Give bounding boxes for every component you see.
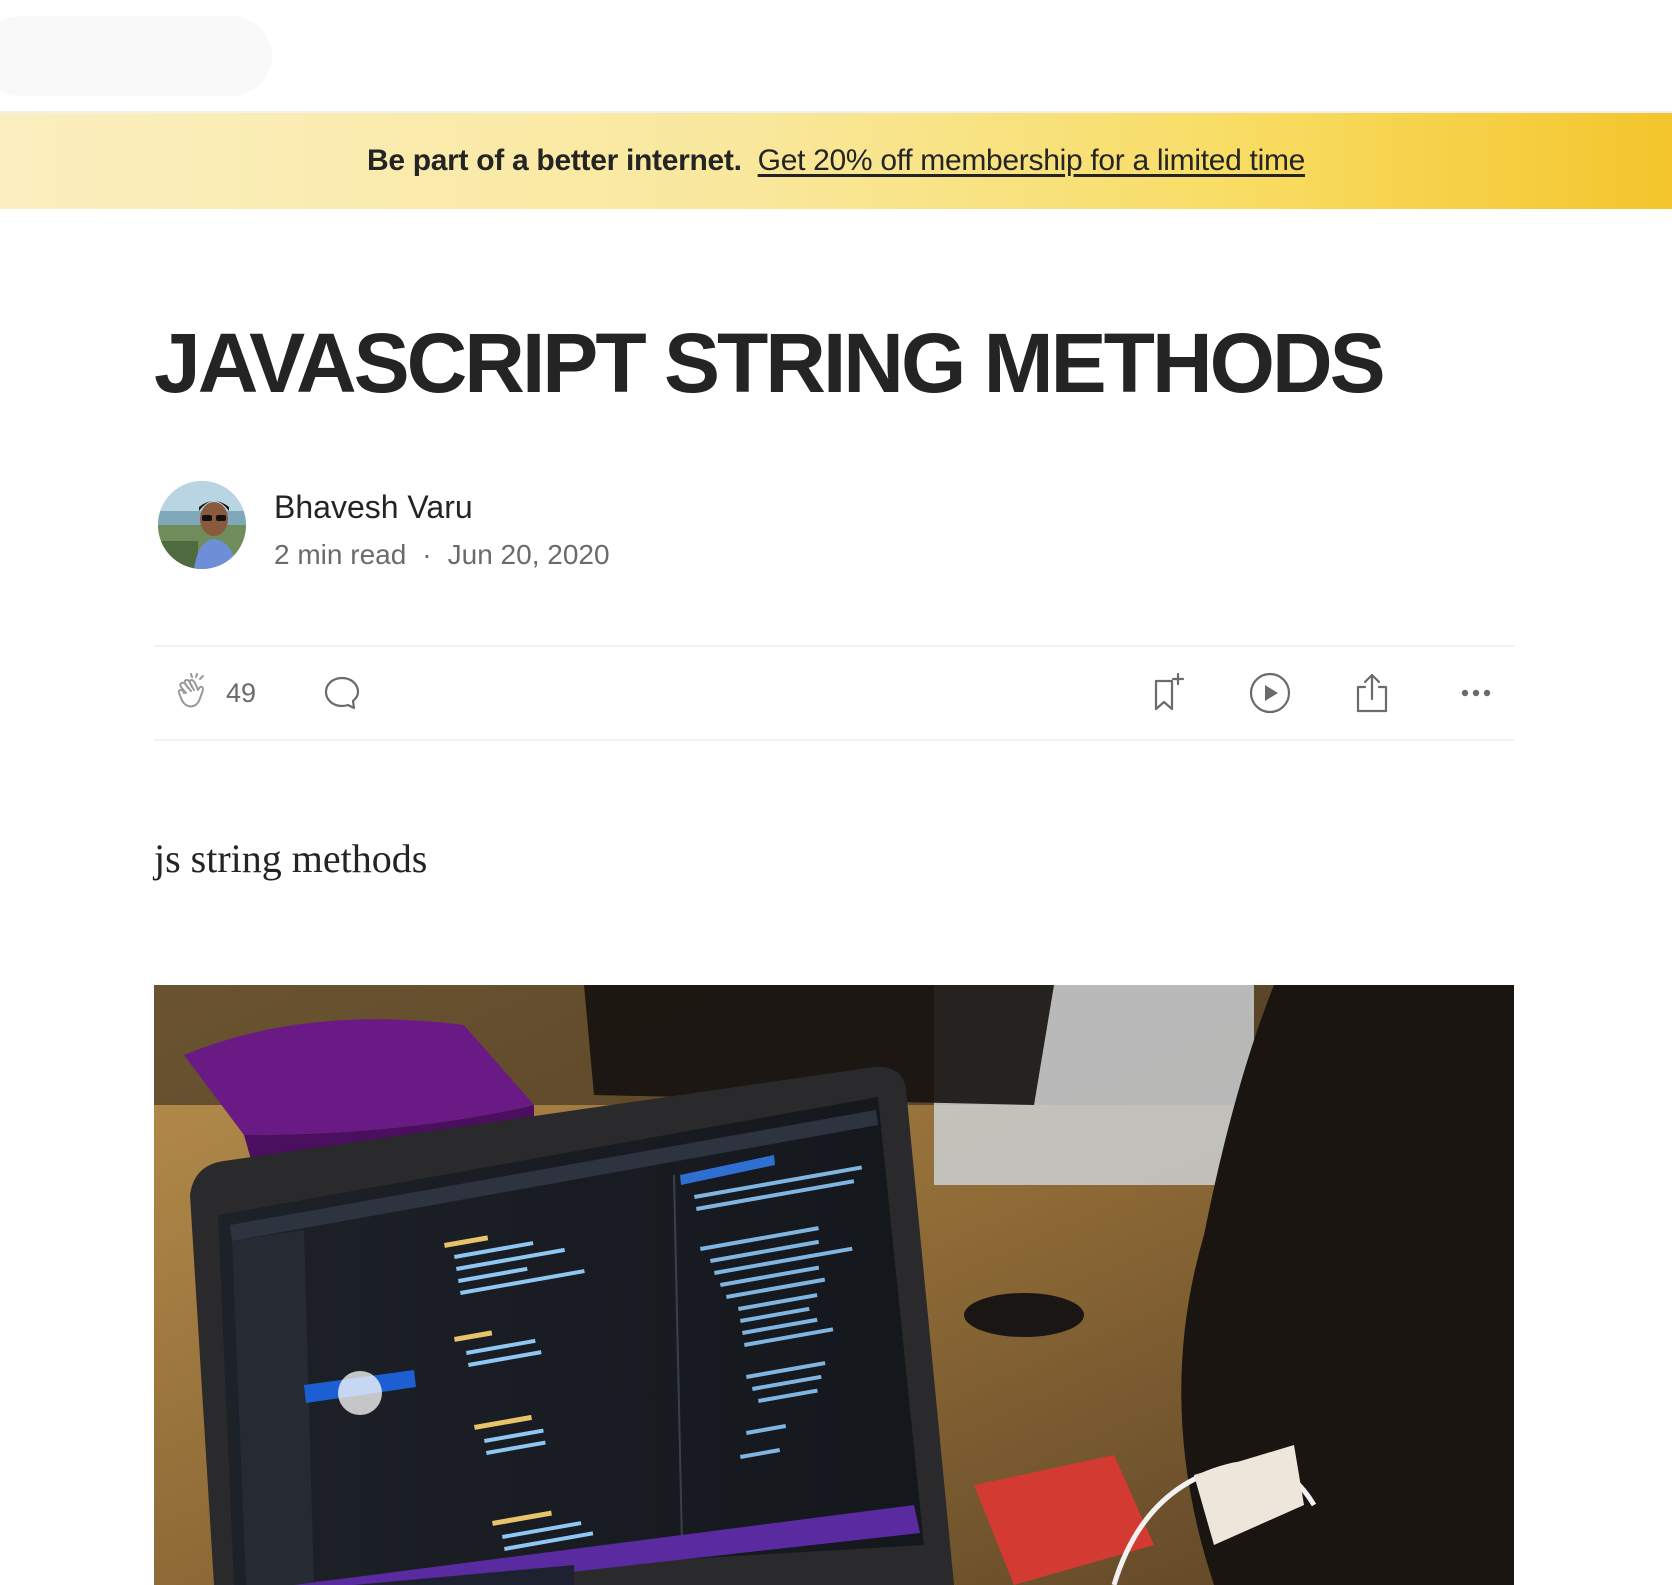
more-options-button[interactable] (1456, 647, 1496, 739)
top-navigation (0, 0, 1672, 113)
author-avatar[interactable] (158, 481, 246, 569)
avatar-photo (158, 481, 246, 569)
article-action-bar: 49 (154, 645, 1514, 741)
publish-date: Jun 20, 2020 (447, 539, 610, 570)
more-icon (1461, 689, 1491, 697)
clap-button[interactable]: 49 (174, 647, 256, 739)
article-meta: 2 min read · Jun 20, 2020 (274, 539, 610, 571)
save-button[interactable] (1148, 647, 1188, 739)
clap-icon (177, 673, 204, 708)
laptop-photo (154, 985, 1514, 1585)
search-bar[interactable] (0, 16, 272, 96)
read-time: 2 min read (274, 539, 407, 570)
comment-button[interactable] (322, 647, 362, 739)
listen-button[interactable] (1248, 647, 1292, 739)
membership-banner: Be part of a better internet. Get 20% of… (0, 113, 1672, 209)
article-hero-image (154, 985, 1514, 1585)
bookmark-icon (1154, 672, 1185, 711)
share-button[interactable] (1352, 647, 1392, 739)
article-subtitle: js string methods (154, 836, 428, 881)
membership-offer-link[interactable]: Get 20% off membership for a limited tim… (758, 144, 1306, 178)
comment-icon (324, 676, 360, 710)
article-title: JAVASCRIPT STRING METHODS (154, 316, 1386, 410)
banner-lead-text: Be part of a better internet. (366, 144, 742, 177)
clap-count: 49 (226, 677, 257, 708)
play-icon (1249, 672, 1291, 714)
author-name[interactable]: Bhavesh Varu (274, 489, 473, 526)
share-icon (1356, 673, 1388, 713)
meta-separator: · (422, 539, 432, 570)
